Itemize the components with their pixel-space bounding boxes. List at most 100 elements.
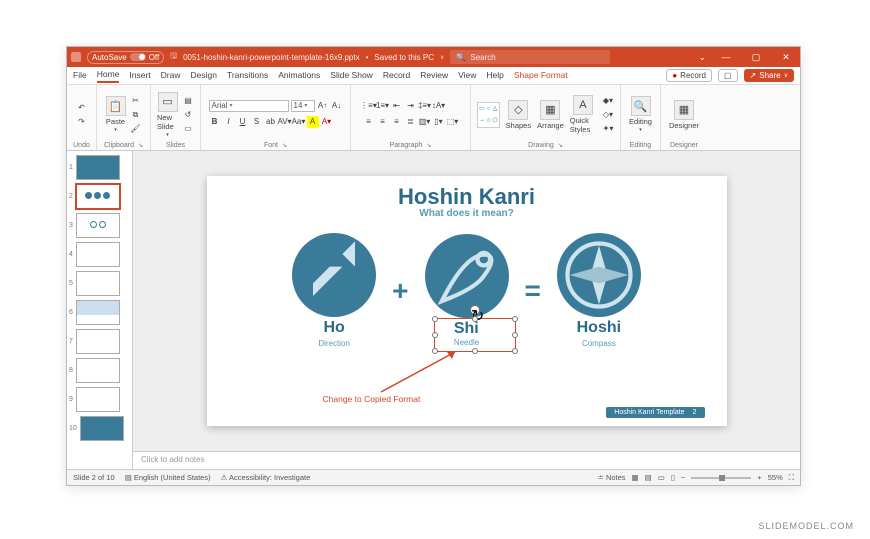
font-color-button[interactable]: A▾ <box>321 116 333 128</box>
new-slide-button[interactable]: ▭ New Slide▾ <box>157 92 178 138</box>
thumbnail-5[interactable] <box>76 271 120 296</box>
tab-insert[interactable]: Insert <box>129 70 150 82</box>
indent-right-button[interactable]: ⇥ <box>405 100 417 112</box>
thumbnail-1[interactable] <box>76 155 120 180</box>
arrange-button[interactable]: ▦Arrange <box>537 100 564 130</box>
undo-button[interactable]: ↶ <box>76 102 88 114</box>
align-left-button[interactable]: ≡ <box>363 116 375 128</box>
shape-effects-button[interactable]: ✦▾ <box>602 123 614 135</box>
indent-left-button[interactable]: ⇤ <box>391 100 403 112</box>
view-slideshow-button[interactable]: ▯ <box>671 473 675 482</box>
operator-plus[interactable]: + <box>392 275 408 307</box>
zoom-value[interactable]: 55% <box>768 473 783 482</box>
bold-button[interactable]: B <box>209 116 221 128</box>
italic-button[interactable]: I <box>223 116 235 128</box>
thumbnail-8[interactable] <box>76 358 120 383</box>
word-hoshi[interactable]: Hoshi <box>577 319 621 337</box>
justify-button[interactable]: ≣ <box>405 116 417 128</box>
tab-design[interactable]: Design <box>191 70 217 82</box>
thumbnail-3[interactable] <box>76 213 120 238</box>
tab-shape-format[interactable]: Shape Format <box>514 70 568 82</box>
notes-toggle[interactable]: ≐ Notes <box>598 473 626 482</box>
tab-review[interactable]: Review <box>420 70 448 82</box>
copy-button[interactable]: ⧉ <box>130 109 142 121</box>
fit-window-button[interactable]: ⛶ <box>789 473 794 483</box>
redo-button[interactable]: ↷ <box>76 116 88 128</box>
designer-button[interactable]: ▦Designer <box>669 100 699 130</box>
tab-record[interactable]: Record <box>383 70 410 82</box>
quick-styles-button[interactable]: AQuick Styles <box>570 95 596 134</box>
thumbnail-10[interactable] <box>80 416 124 441</box>
shapes-gallery[interactable]: ▭○△→☆⬡ <box>477 102 500 128</box>
align-right-button[interactable]: ≡ <box>391 116 403 128</box>
icon-needle[interactable] <box>425 234 509 318</box>
view-normal-button[interactable]: ▦ <box>632 473 639 482</box>
record-button[interactable]: ●Record <box>666 69 712 82</box>
tab-transitions[interactable]: Transitions <box>227 70 268 82</box>
word-ho[interactable]: Ho <box>323 319 344 337</box>
thumbnail-6[interactable] <box>76 300 120 325</box>
underline-button[interactable]: U <box>237 116 249 128</box>
slide-thumbnails[interactable]: 1 2 3 4 5 6 7 8 9 10 <box>67 151 133 469</box>
dialog-launcher-icon[interactable]: ↘ <box>138 142 143 149</box>
view-reading-button[interactable]: ▭ <box>658 473 665 482</box>
zoom-out-button[interactable]: − <box>681 473 685 482</box>
thumbnail-9[interactable] <box>76 387 120 412</box>
section-button[interactable]: ▭ <box>182 123 194 135</box>
accessibility-button[interactable]: ⚠ Accessibility: Investigate <box>221 473 311 482</box>
minimize-button[interactable]: — <box>716 52 736 63</box>
line-spacing-button[interactable]: ‡≡▾ <box>419 100 431 112</box>
thumbnail-2[interactable] <box>76 184 120 209</box>
tab-help[interactable]: Help <box>486 70 503 82</box>
change-case-button[interactable]: Aa▾ <box>293 116 305 128</box>
highlight-button[interactable]: A <box>307 116 319 128</box>
rotation-handle-icon[interactable]: ↻ <box>470 305 480 315</box>
font-size-combo[interactable]: 14▾ <box>291 100 315 112</box>
tab-animations[interactable]: Animations <box>278 70 320 82</box>
char-spacing-button[interactable]: AV▾ <box>279 116 291 128</box>
editing-button[interactable]: 🔍Editing▾ <box>629 96 652 133</box>
ribbon-options-icon[interactable]: ⌄ <box>698 52 706 63</box>
operator-equals[interactable]: = <box>525 275 541 307</box>
tab-draw[interactable]: Draw <box>161 70 181 82</box>
shadow-button[interactable]: ab <box>265 116 277 128</box>
shapes-button[interactable]: ◇Shapes <box>506 100 531 130</box>
language-button[interactable]: ▤ English (United States) <box>125 473 211 482</box>
tab-view[interactable]: View <box>458 70 476 82</box>
share-button[interactable]: ↗Share∨ <box>744 69 794 82</box>
thumbnail-7[interactable] <box>76 329 120 354</box>
tab-home[interactable]: Home <box>97 69 120 83</box>
columns-button[interactable]: ▥▾ <box>419 116 431 128</box>
shape-outline-button[interactable]: ◇▾ <box>602 109 614 121</box>
bullets-button[interactable]: ⋮≡▾ <box>363 100 375 112</box>
slide-title[interactable]: Hoshin Kanri <box>398 184 535 210</box>
smartart-button[interactable]: ⬚▾ <box>447 116 459 128</box>
format-painter-button[interactable]: 🖌 <box>130 123 142 135</box>
paste-button[interactable]: 📋 Paste▾ <box>106 96 126 133</box>
strike-button[interactable]: S <box>251 116 263 128</box>
dialog-launcher-icon[interactable]: ↘ <box>558 142 563 149</box>
increase-font-button[interactable]: A↑ <box>317 100 329 112</box>
numbering-button[interactable]: 1≡▾ <box>377 100 389 112</box>
slide-subtitle[interactable]: What does it mean? <box>419 208 513 219</box>
icon-direction[interactable] <box>292 233 376 317</box>
dialog-launcher-icon[interactable]: ↘ <box>282 142 287 149</box>
dialog-launcher-icon[interactable]: ↘ <box>426 142 431 149</box>
close-button[interactable]: ✕ <box>776 52 796 63</box>
notes-pane[interactable]: Click to add notes <box>133 451 800 469</box>
maximize-button[interactable]: ▢ <box>746 52 766 63</box>
reset-button[interactable]: ↺ <box>182 109 194 121</box>
zoom-slider[interactable] <box>691 477 751 479</box>
thumbnail-4[interactable] <box>76 242 120 267</box>
slide-canvas[interactable]: Hoshin Kanri What does it mean? Ho Direc… <box>133 151 800 451</box>
font-family-combo[interactable]: Arial▾ <box>209 100 289 112</box>
align-center-button[interactable]: ≡ <box>377 116 389 128</box>
search-input[interactable]: 🔍 Search <box>450 50 610 64</box>
layout-button[interactable]: ▤ <box>182 95 194 107</box>
autosave-toggle[interactable]: AutoSave Off <box>87 51 164 64</box>
decrease-font-button[interactable]: A↓ <box>331 100 343 112</box>
tab-slide-show[interactable]: Slide Show <box>330 70 373 82</box>
shape-fill-button[interactable]: ◆▾ <box>602 95 614 107</box>
cut-button[interactable]: ✂ <box>130 95 142 107</box>
align-text-button[interactable]: ▯▾ <box>433 116 445 128</box>
